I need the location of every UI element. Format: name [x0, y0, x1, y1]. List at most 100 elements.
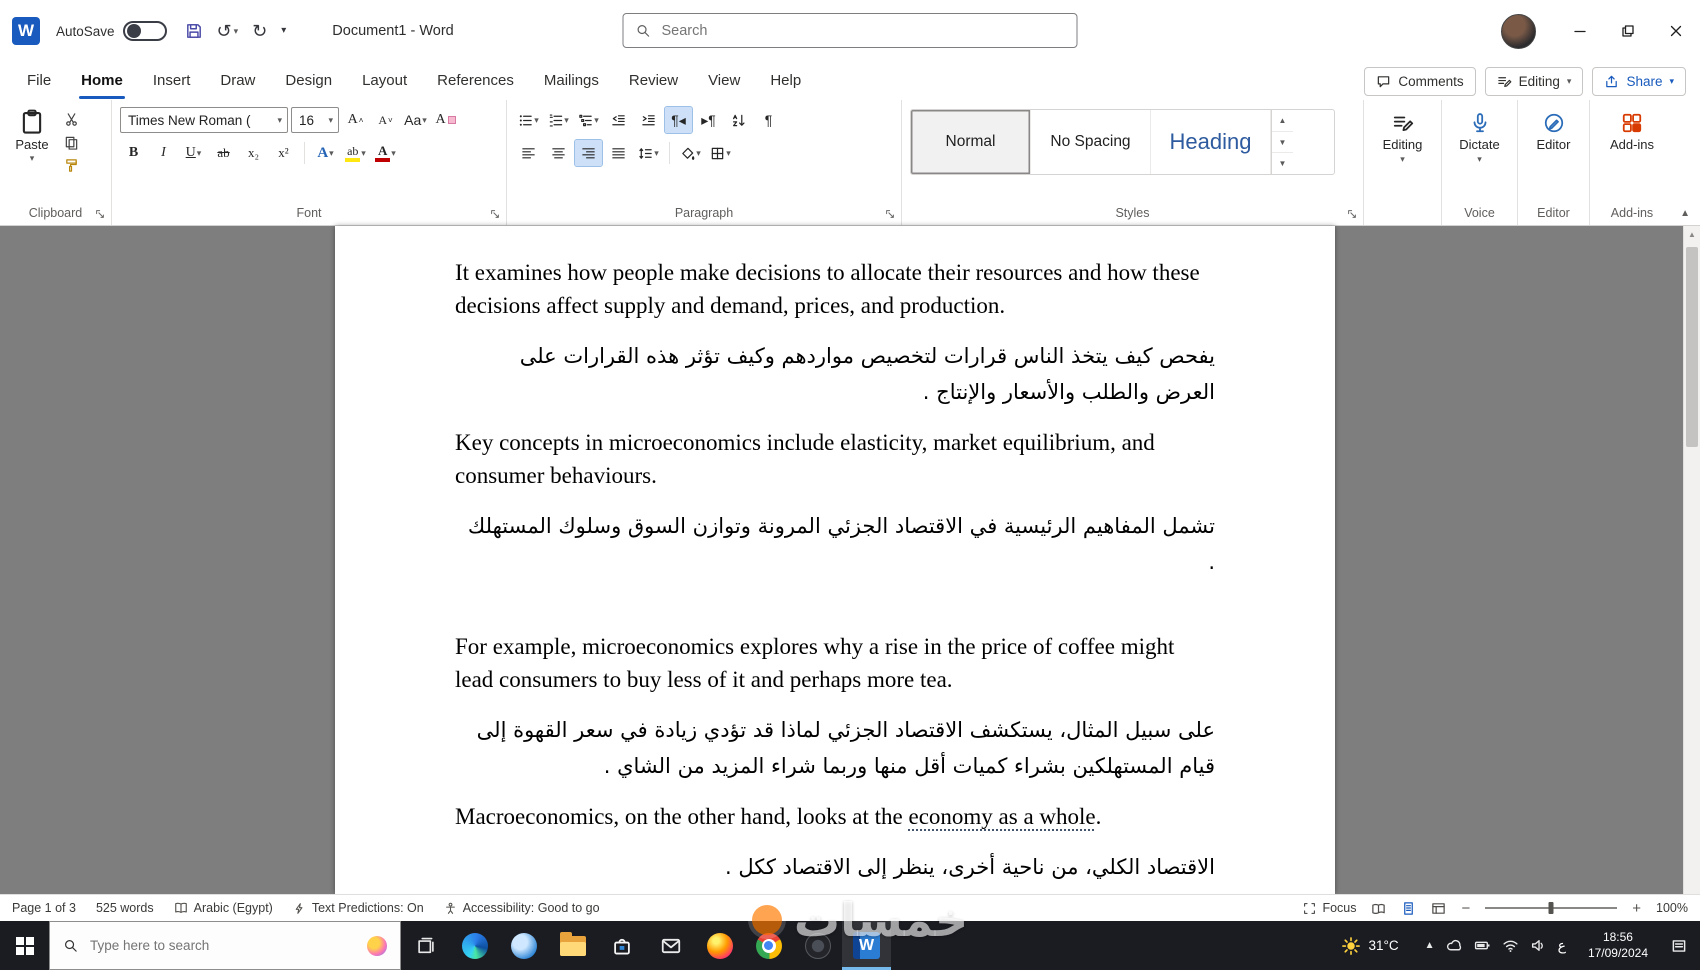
tab-file[interactable]: File: [12, 62, 66, 100]
wifi-icon[interactable]: [1502, 937, 1519, 954]
scrollbar-thumb[interactable]: [1686, 247, 1698, 447]
comments-button[interactable]: Comments: [1364, 66, 1476, 96]
autosave-toggle[interactable]: [122, 21, 167, 41]
styles-gallery-expand-button[interactable]: ▼: [1272, 153, 1293, 174]
tab-help[interactable]: Help: [755, 62, 816, 100]
grow-font-button[interactable]: A ˄: [342, 107, 369, 133]
increase-indent-button[interactable]: [635, 107, 662, 133]
hidden-icons-chevron[interactable]: ▲: [1425, 940, 1435, 951]
shrink-font-button[interactable]: A ˅: [372, 107, 399, 133]
zoom-slider[interactable]: [1485, 902, 1618, 914]
tab-insert[interactable]: Insert: [138, 62, 206, 100]
sort-button[interactable]: [725, 107, 752, 133]
account-avatar[interactable]: [1501, 13, 1536, 49]
ltr-text-direction-button[interactable]: ▸¶: [695, 107, 722, 133]
style-no-spacing[interactable]: No Spacing: [1031, 110, 1151, 174]
search-highlights-icon[interactable]: [367, 935, 387, 956]
taskbar-search-box[interactable]: [49, 921, 401, 970]
tab-review[interactable]: Review: [614, 62, 693, 100]
style-heading[interactable]: Heading: [1151, 110, 1271, 174]
text-predictions[interactable]: Text Predictions: On: [293, 901, 424, 915]
editor-suggestion-underline[interactable]: economy as a whole: [909, 804, 1096, 829]
taskbar-clock[interactable]: 18:56 17/09/2024: [1578, 921, 1658, 970]
tab-view[interactable]: View: [693, 62, 755, 100]
taskbar-app-chrome[interactable]: [744, 921, 793, 970]
restore-button[interactable]: [1604, 0, 1652, 62]
collapse-ribbon-button[interactable]: ▲: [1680, 208, 1690, 219]
shading-button[interactable]: ▾: [677, 140, 704, 166]
taskbar-app-dark[interactable]: [793, 921, 842, 970]
underline-button[interactable]: U ▾: [180, 140, 207, 166]
font-name-combo[interactable]: Times New Roman (▾: [120, 107, 288, 133]
save-button[interactable]: [185, 22, 203, 40]
strikethrough-button[interactable]: ab: [210, 140, 237, 166]
task-view-button[interactable]: [401, 921, 450, 970]
copy-button[interactable]: [64, 135, 79, 150]
accessibility-status[interactable]: Accessibility: Good to go: [444, 901, 600, 915]
taskbar-app-firefox[interactable]: [695, 921, 744, 970]
styles-dialog-launcher[interactable]: [1346, 208, 1358, 220]
vertical-scrollbar[interactable]: ▲: [1683, 226, 1700, 894]
taskbar-app-word[interactable]: W: [842, 921, 891, 970]
borders-button[interactable]: ▾: [707, 140, 734, 166]
tab-references[interactable]: References: [422, 62, 529, 100]
document-page[interactable]: It examines how people make decisions to…: [335, 226, 1335, 894]
paragraph-dialog-launcher[interactable]: [884, 208, 896, 220]
search-box[interactable]: [622, 13, 1078, 48]
weather-widget[interactable]: 31°C: [1327, 921, 1413, 970]
cut-button[interactable]: [64, 112, 79, 127]
addins-button[interactable]: Add-ins: [1598, 107, 1666, 152]
action-center-button[interactable]: [1658, 921, 1700, 970]
align-right-button[interactable]: [574, 139, 603, 167]
font-size-combo[interactable]: 16 ▾: [291, 107, 339, 133]
numbering-button[interactable]: ▾: [545, 107, 572, 133]
taskbar-app-edge[interactable]: [450, 921, 499, 970]
tab-design[interactable]: Design: [270, 62, 347, 100]
dictate-button[interactable]: Dictate ▾: [1450, 107, 1509, 164]
rtl-text-direction-button[interactable]: ¶◂: [664, 106, 693, 134]
taskbar-app-mail[interactable]: [646, 921, 695, 970]
editor-button[interactable]: Editor: [1526, 107, 1581, 152]
decrease-indent-button[interactable]: [605, 107, 632, 133]
taskbar-search-input[interactable]: [88, 937, 357, 954]
taskbar-app-photos[interactable]: [499, 921, 548, 970]
subscript-button[interactable]: x₂: [240, 140, 267, 166]
zoom-slider-thumb[interactable]: [1548, 902, 1554, 914]
bold-button[interactable]: B: [120, 140, 147, 166]
taskbar-app-store[interactable]: [597, 921, 646, 970]
customize-quick-access-icon[interactable]: ▾: [281, 26, 286, 36]
line-spacing-button[interactable]: ▾: [635, 140, 662, 166]
align-center-button[interactable]: [545, 140, 572, 166]
print-layout-button[interactable]: [1401, 901, 1416, 916]
tab-draw[interactable]: Draw: [205, 62, 270, 100]
taskbar-app-file-explorer[interactable]: [548, 921, 597, 970]
show-paragraph-marks-button[interactable]: ¶: [755, 107, 782, 133]
style-normal[interactable]: Normal: [911, 110, 1031, 174]
format-painter-button[interactable]: [64, 158, 79, 173]
bullets-button[interactable]: ▾: [515, 107, 542, 133]
change-case-button[interactable]: Aa ▾: [402, 107, 429, 133]
styles-scroll-up-button[interactable]: ▲: [1272, 110, 1293, 132]
share-button[interactable]: Share ▾: [1592, 66, 1686, 96]
text-effects-button[interactable]: A ▾: [312, 140, 339, 166]
input-language-indicator[interactable]: ع: [1558, 938, 1566, 954]
paste-button[interactable]: Paste ▾: [8, 107, 56, 201]
zoom-in-button[interactable]: +: [1632, 900, 1641, 917]
undo-button[interactable]: ↺ ▾: [217, 21, 239, 42]
volume-icon[interactable]: [1530, 937, 1547, 954]
zoom-out-button[interactable]: −: [1461, 900, 1470, 917]
tab-home[interactable]: Home: [66, 62, 138, 100]
editing-mode-button[interactable]: Editing ▾: [1484, 66, 1584, 96]
word-count[interactable]: 525 words: [96, 901, 154, 915]
zoom-level[interactable]: 100%: [1656, 901, 1688, 915]
clipboard-dialog-launcher[interactable]: [94, 208, 106, 220]
proofing-language[interactable]: Arabic (Egypt): [174, 901, 273, 915]
styles-scroll-down-button[interactable]: ▼: [1272, 132, 1293, 154]
italic-button[interactable]: I: [150, 140, 177, 166]
focus-button[interactable]: Focus: [1303, 901, 1356, 915]
close-button[interactable]: [1652, 0, 1700, 62]
read-mode-button[interactable]: [1371, 901, 1386, 916]
scroll-up-arrow[interactable]: ▲: [1684, 226, 1700, 243]
align-left-button[interactable]: [515, 140, 542, 166]
onedrive-cloud-icon[interactable]: [1446, 937, 1463, 954]
